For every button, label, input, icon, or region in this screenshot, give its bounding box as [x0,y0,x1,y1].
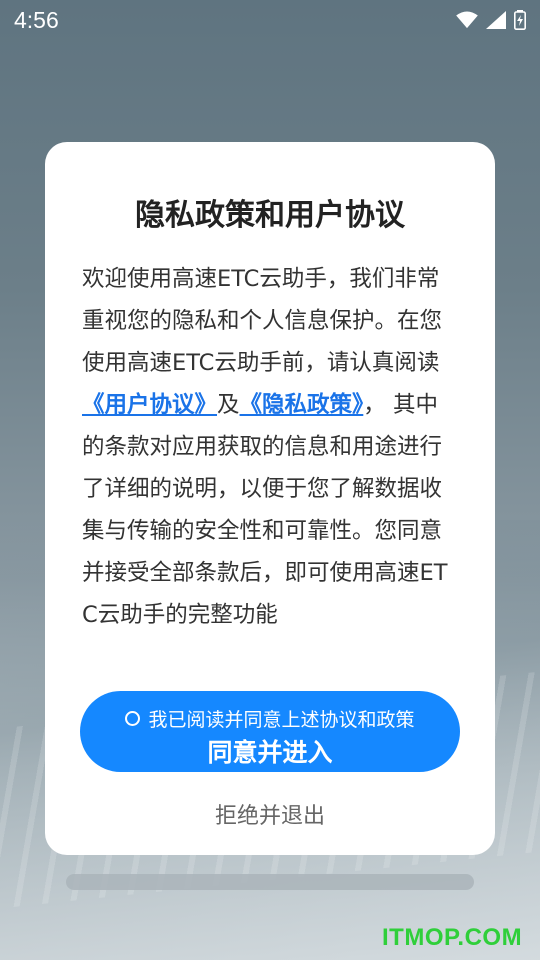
user-agreement-link[interactable]: 《用户协议》 [82,392,217,418]
dialog-title: 隐私政策和用户协议 [135,198,405,233]
agree-checkbox-label: 我已阅读并同意上述协议和政策 [148,709,415,731]
status-bar: 4:56 [0,0,540,40]
privacy-policy-link[interactable]: 《隐私政策》 [240,392,364,418]
dialog-body-text: 欢迎使用高速ETC云助手，我们非常重视您的隐私和个人信息保护。在您使用高速ETC… [82,258,460,636]
agree-enter-button[interactable]: 我已阅读并同意上述协议和政策 同意并进入 [80,691,460,772]
agree-checkbox-row[interactable]: 我已阅读并同意上述协议和政策 [80,705,460,732]
status-icons [456,10,526,30]
background-bar [66,874,474,890]
battery-charging-icon [514,10,526,30]
watermark-text: ITMOP.COM [382,924,523,951]
body-text-and: 及 [217,392,240,418]
status-time: 4:56 [14,6,59,33]
body-text-intro: 欢迎使用高速ETC云助手，我们非常重视您的隐私和个人信息保护。在您使用高速ETC… [82,266,443,376]
wifi-icon [456,11,478,29]
refuse-exit-button[interactable]: 拒绝并退出 [0,798,540,830]
body-text-rest: ， 其中的条款对应用获取的信息和用途进行了详细的说明，以便于您了解数据收集与传输… [82,392,448,628]
agree-radio-icon[interactable] [125,711,141,726]
signal-icon [486,11,506,29]
agree-button-label: 同意并进入 [207,738,333,767]
